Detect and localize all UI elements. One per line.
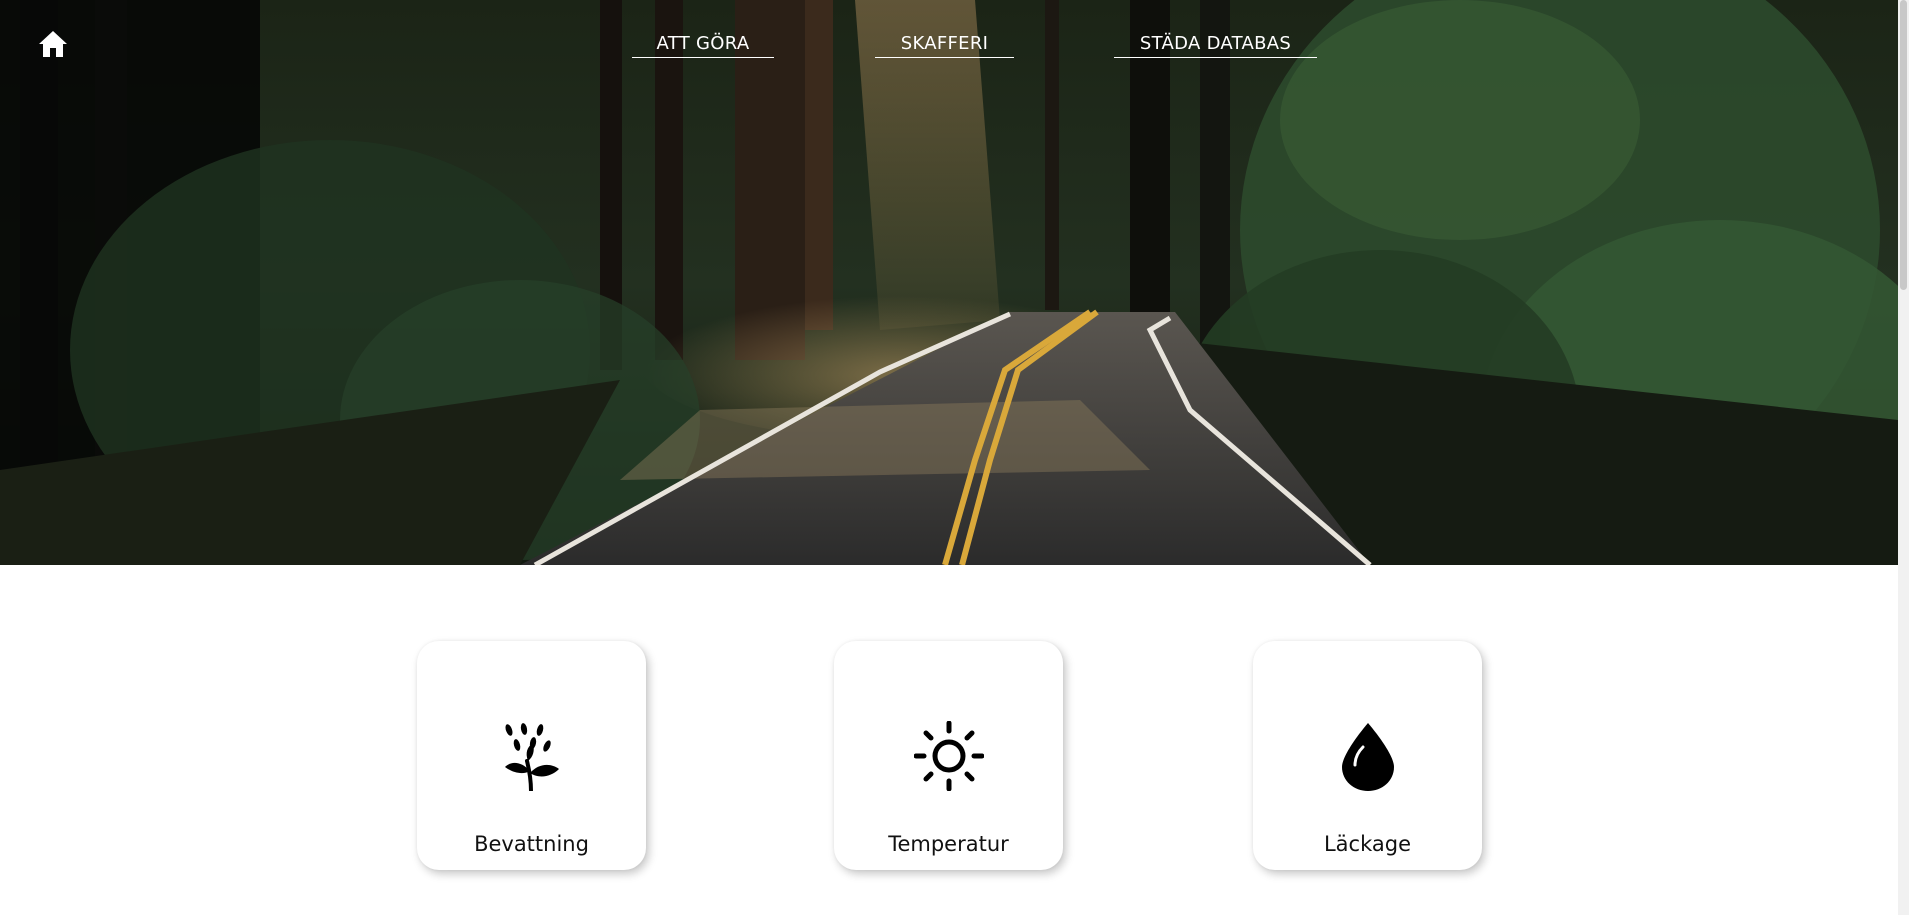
nav-link-att-gora[interactable]: ATT GÖRA [632,34,774,58]
irrigation-card-label: Bevattning [474,832,589,856]
temperature-card[interactable]: Temperatur [834,641,1063,870]
sun-icon [914,721,984,791]
scrollbar-thumb[interactable] [1900,0,1907,290]
irrigation-card[interactable]: Bevattning [417,641,646,870]
forest-road-image [0,0,1898,565]
sprout-icon [505,723,559,791]
nav-link-stada-databas[interactable]: STÄDA DATABAS [1114,34,1317,58]
home-button[interactable] [37,28,69,60]
leak-card[interactable]: Läckage [1253,641,1482,870]
hero-banner [0,0,1898,565]
home-icon [39,31,67,57]
nav-link-skafferi[interactable]: SKAFFERI [875,34,1014,58]
temperature-card-label: Temperatur [888,832,1009,856]
water-drop-icon [1342,723,1394,791]
leak-card-label: Läckage [1323,832,1412,856]
